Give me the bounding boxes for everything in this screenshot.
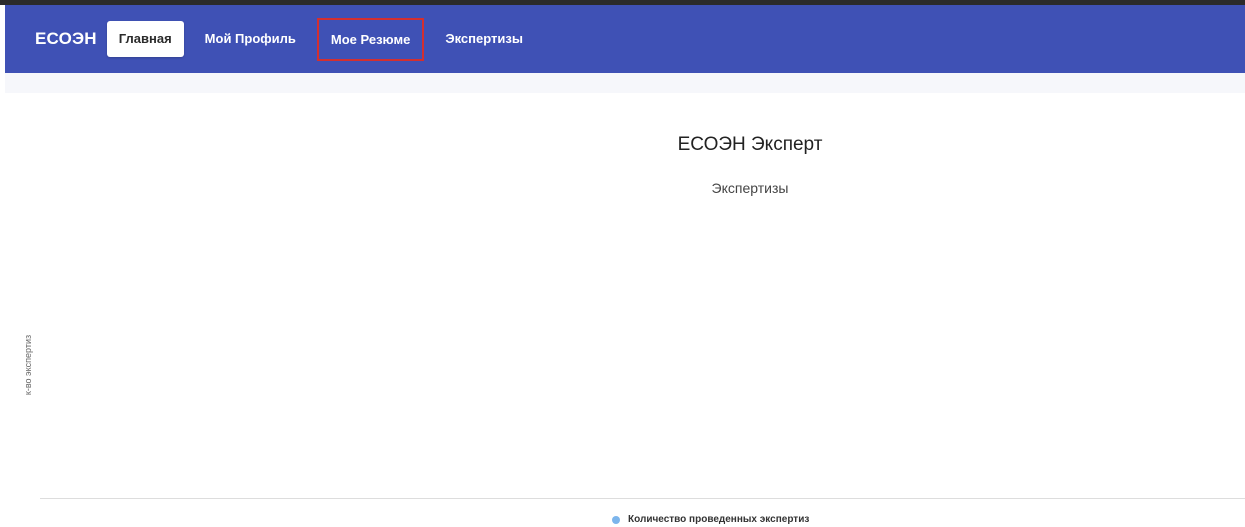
nav-item-resume[interactable]: Мое Резюме [316,17,425,61]
top-navbar: ЕСОЭН Главная Мой Профиль Мое Резюме Экс… [5,5,1245,73]
navbar-shadow-strip [5,73,1245,93]
nav-item-expertises[interactable]: Экспертизы [433,21,535,57]
brand-logo[interactable]: ЕСОЭН [35,29,97,49]
legend-dot-icon [612,515,620,524]
chart-legend[interactable]: Количество проведенных экспертиз [612,514,809,525]
chart-x-axis-line [40,498,1245,499]
chart-subtitle: Экспертизы [711,180,789,196]
chart-y-axis-label: к-во экспертиз [23,334,33,396]
chart-title: ЕСОЭН Эксперт [677,134,823,155]
nav-item-profile[interactable]: Мой Профиль [193,21,308,57]
legend-series-label: Количество проведенных экспертиз [628,514,810,525]
nav-item-home[interactable]: Главная [106,21,184,57]
